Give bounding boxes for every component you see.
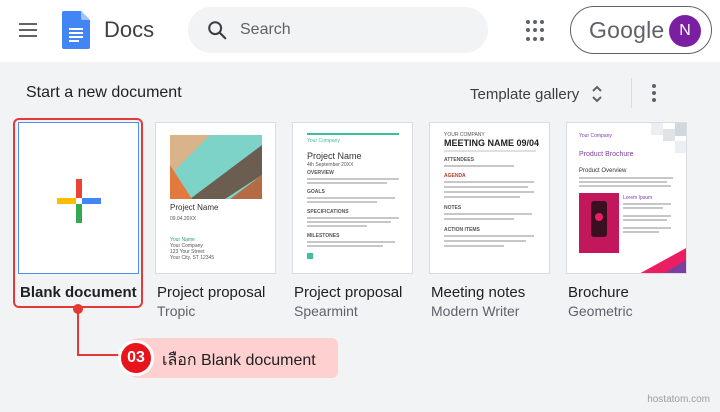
thumb-section: MILESTONES — [307, 233, 340, 239]
template-project-proposal-tropic[interactable]: Project Name 09.04.20XX Your Name Your C… — [155, 122, 276, 319]
search-input[interactable] — [240, 7, 470, 53]
thumb-title: Product Brochure — [579, 151, 634, 158]
template-brochure[interactable]: Your Company Product Brochure Product Ov… — [566, 122, 687, 319]
apps-icon[interactable] — [526, 20, 548, 42]
thumb-title: Project Name — [307, 151, 362, 161]
docs-logo-icon[interactable] — [62, 11, 90, 49]
template-thumbnail[interactable]: Project Name 09.04.20XX Your Name Your C… — [155, 122, 276, 274]
callout-connector-line — [77, 354, 123, 356]
toolbar-divider — [631, 78, 632, 108]
template-name: Project proposal — [294, 284, 403, 301]
template-thumbnail[interactable]: Your Company Product Brochure Product Ov… — [566, 122, 687, 274]
template-name: Meeting notes — [431, 284, 526, 301]
google-brand-label: Google — [589, 17, 665, 43]
thumb-title: MEETING NAME 09/04 — [444, 138, 540, 148]
template-name: Project proposal — [157, 284, 266, 301]
thumb-section: ACTION ITEMS — [444, 227, 480, 233]
template-name: Brochure — [568, 284, 629, 301]
watermark: hostatom.com — [647, 394, 710, 405]
menu-icon[interactable] — [12, 16, 44, 44]
step-callout: 03 เลือก Blank document — [118, 338, 338, 378]
thumb-section: AGENDA — [444, 173, 466, 179]
search-icon[interactable] — [206, 19, 228, 41]
template-subtitle: Tropic — [157, 303, 196, 319]
thumb-company: Your Company — [579, 133, 612, 139]
thumb-section: SPECIFICATIONS — [307, 209, 349, 215]
search-bar[interactable] — [188, 7, 488, 53]
app-title[interactable]: Docs — [104, 17, 154, 43]
geometric-footer-icon — [640, 248, 686, 273]
template-subtitle: Modern Writer — [431, 303, 520, 319]
template-gallery-label: Template gallery — [470, 85, 580, 103]
thumb-section: GOALS — [307, 189, 325, 195]
template-thumbnail[interactable]: YOUR COMPANY MEETING NAME 09/04 ATTENDEE… — [429, 122, 550, 274]
thumb-date: 09.04.20XX — [170, 216, 197, 222]
avatar[interactable]: N — [669, 15, 701, 47]
unfold-icon — [592, 85, 602, 103]
phone-image-icon — [579, 193, 619, 253]
geometric-art-icon — [651, 123, 686, 153]
template-meeting-notes[interactable]: YOUR COMPANY MEETING NAME 09/04 ATTENDEE… — [429, 122, 550, 319]
template-subtitle: Geometric — [568, 303, 633, 319]
highlight-box — [13, 118, 143, 308]
tropic-art-icon — [170, 135, 262, 199]
thumb-section: OVERVIEW — [307, 170, 334, 176]
callout-connector-line — [77, 309, 79, 356]
thumb-section: ATTENDEES — [444, 157, 474, 163]
thumb-subtitle: Product Overview — [579, 168, 627, 174]
top-bar: Docs Google N — [0, 0, 720, 62]
section-title: Start a new document — [26, 84, 182, 101]
account-button[interactable]: Google N — [570, 6, 712, 54]
thumb-date: 4th September 20XX — [307, 162, 354, 168]
step-number-badge: 03 — [118, 340, 154, 376]
more-vert-icon[interactable] — [646, 82, 662, 104]
thumb-feature: Lorem Ipsum — [623, 195, 653, 201]
thumb-footer: Your City, ST 12345 — [170, 255, 215, 261]
template-gallery-button[interactable]: Template gallery — [470, 80, 603, 108]
template-project-proposal-spearmint[interactable]: Your Company Project Name 4th September … — [292, 122, 413, 319]
template-thumbnail[interactable]: Your Company Project Name 4th September … — [292, 122, 413, 274]
thumb-section: NOTES — [444, 205, 462, 211]
template-subtitle: Spearmint — [294, 303, 358, 319]
thumb-company: Your Company — [307, 138, 340, 144]
step-instruction: เลือก Blank document — [162, 352, 316, 369]
thumb-title: Project Name — [170, 203, 219, 212]
